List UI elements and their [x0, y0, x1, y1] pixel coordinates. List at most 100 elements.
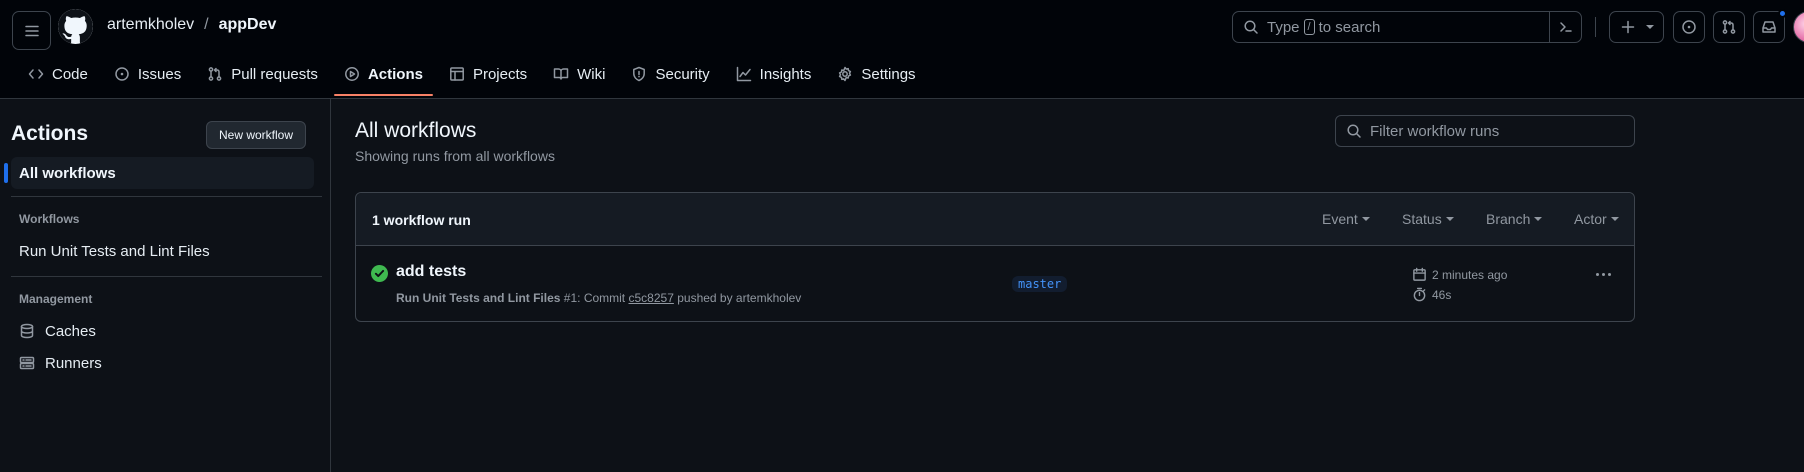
breadcrumb-owner[interactable]: artemkholev — [107, 16, 194, 34]
tab-security[interactable]: Security — [621, 63, 719, 85]
sidebar-item-runners[interactable]: Runners — [11, 347, 314, 379]
issues-button[interactable] — [1673, 11, 1705, 43]
inbox-button[interactable] — [1753, 9, 1787, 43]
server-icon — [19, 356, 35, 370]
dropdown-label: Event — [1322, 211, 1358, 227]
run-title[interactable]: add tests — [396, 263, 466, 281]
tab-code[interactable]: Code — [18, 63, 98, 85]
search-shortcut-key: / — [1303, 19, 1315, 35]
caret-down-icon — [1361, 217, 1370, 221]
event-filter-dropdown[interactable]: Event — [1322, 211, 1370, 227]
workflow-run-count: 1 workflow run — [372, 212, 471, 228]
run-meta: Run Unit Tests and Lint Files #1: Commit… — [396, 291, 801, 305]
avatar[interactable] — [1793, 11, 1804, 43]
dropdown-label: Branch — [1486, 211, 1531, 227]
commit-link[interactable]: c5c8257 — [629, 291, 674, 305]
notification-dot — [1778, 9, 1787, 18]
tab-label: Pull requests — [231, 65, 318, 83]
tab-actions[interactable]: Actions — [333, 63, 433, 96]
run-number: #1: Commit — [563, 291, 626, 305]
sidebar-item-workflow[interactable]: Run Unit Tests and Lint Files — [11, 235, 314, 267]
sidebar-item-label: All workflows — [19, 164, 116, 182]
status-filter-dropdown[interactable]: Status — [1402, 211, 1454, 227]
menu-icon — [24, 25, 39, 36]
tab-label: Wiki — [577, 65, 606, 83]
tab-label: Settings — [861, 65, 916, 83]
tab-label: Insights — [759, 65, 812, 83]
graph-icon — [736, 66, 751, 82]
tab-insights[interactable]: Insights — [726, 63, 822, 85]
pull-requests-button[interactable] — [1713, 11, 1745, 43]
plus-icon — [1621, 20, 1634, 34]
book-icon — [553, 68, 569, 80]
terminal-icon — [1559, 22, 1572, 32]
new-workflow-button[interactable]: New workflow — [206, 121, 306, 149]
filter-workflow-runs-input[interactable]: Filter workflow runs — [1335, 115, 1635, 147]
table-icon — [450, 67, 464, 81]
tab-wiki[interactable]: Wiki — [543, 63, 615, 85]
code-icon — [28, 69, 44, 79]
tab-issues[interactable]: Issues — [104, 63, 191, 85]
actions-sidebar: Actions New workflow All workflows Workf… — [0, 99, 331, 472]
pull-request-icon — [208, 67, 222, 81]
caret-down-icon — [1610, 217, 1619, 221]
tab-label: Security — [655, 65, 710, 83]
branch-filter-dropdown[interactable]: Branch — [1486, 211, 1543, 227]
chevron-down-icon — [1645, 25, 1654, 29]
tab-settings[interactable]: Settings — [827, 63, 925, 85]
breadcrumb: artemkholev / appDev — [107, 16, 276, 34]
caret-down-icon — [1445, 217, 1454, 221]
calendar-icon — [1413, 267, 1426, 281]
run-options-kebab-icon[interactable] — [1596, 273, 1611, 276]
branch-label[interactable]: master — [1012, 276, 1068, 292]
breadcrumb-separator: / — [204, 16, 209, 33]
page-title: All workflows — [355, 119, 477, 142]
tab-label: Actions — [367, 65, 423, 83]
search-placeholder-prefix: Type — [1267, 18, 1300, 36]
sidebar-item-label: Runners — [45, 354, 102, 372]
actor-filter-dropdown[interactable]: Actor — [1574, 211, 1619, 227]
create-new-button[interactable] — [1609, 11, 1664, 43]
play-icon — [344, 67, 359, 81]
tab-label: Issues — [137, 65, 182, 83]
tab-pull-requests[interactable]: Pull requests — [197, 63, 328, 85]
dropdown-label: Status — [1402, 211, 1442, 227]
pull-request-icon — [1722, 20, 1736, 34]
runs-list-header: 1 workflow run Event Status Branch Actor — [356, 193, 1634, 246]
github-logo-icon[interactable] — [58, 9, 93, 44]
sidebar-item-caches[interactable]: Caches — [11, 315, 314, 347]
command-palette-button[interactable] — [1549, 12, 1581, 42]
sidebar-item-all-workflows[interactable]: All workflows — [4, 157, 314, 189]
run-duration-text: 46s — [1432, 287, 1452, 302]
check-circle-icon — [371, 265, 388, 282]
run-time-text: 2 minutes ago — [1432, 267, 1508, 282]
sidebar-divider — [11, 196, 322, 197]
issue-icon — [1682, 20, 1696, 34]
gear-icon — [839, 66, 852, 82]
breadcrumb-repo[interactable]: appDev — [219, 16, 277, 34]
table-row[interactable]: add tests Run Unit Tests and Lint Files … — [356, 246, 1634, 321]
dropdown-label: Actor — [1574, 211, 1607, 227]
tab-projects[interactable]: Projects — [439, 63, 537, 85]
repo-nav: Code Issues Pull requests Actions Projec… — [18, 63, 932, 99]
sidebar-item-label: Run Unit Tests and Lint Files — [19, 242, 210, 260]
tab-label: Projects — [472, 65, 528, 83]
shield-icon — [633, 66, 646, 82]
run-pusher: pushed by artemkholev — [677, 291, 802, 305]
inbox-icon — [1762, 21, 1776, 33]
search-icon — [1244, 20, 1258, 34]
page-subtitle: Showing runs from all workflows — [355, 148, 555, 164]
issue-icon — [115, 67, 129, 81]
search-placeholder-suffix: to search — [1318, 18, 1381, 36]
sidebar-divider — [11, 276, 322, 277]
sidebar-item-label: Caches — [45, 322, 96, 340]
sidebar-title: Actions — [11, 122, 89, 145]
tab-label: Code — [52, 65, 88, 83]
hamburger-menu-button[interactable] — [12, 11, 51, 50]
header-divider — [1595, 17, 1596, 37]
run-workflow-name: Run Unit Tests and Lint Files — [396, 291, 561, 305]
search-input[interactable]: Type / to search — [1232, 11, 1582, 43]
run-timestamp: 2 minutes ago — [1412, 267, 1507, 282]
caret-down-icon — [1534, 217, 1543, 221]
search-icon — [1347, 124, 1361, 138]
